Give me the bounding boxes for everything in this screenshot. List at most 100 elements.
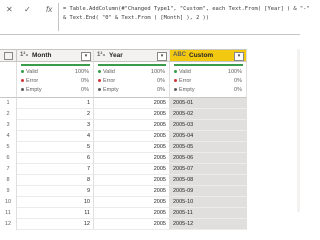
row-number[interactable]: 12 (0, 219, 17, 230)
cell-month[interactable]: 7 (17, 164, 94, 175)
row-number[interactable]: 4 (0, 131, 17, 142)
table-row[interactable]: 5 5 2005 2005-05 (0, 142, 300, 153)
cell-month[interactable]: 2 (17, 109, 94, 120)
cell-year[interactable]: 2005 (94, 175, 170, 186)
cell-month[interactable]: 6 (17, 153, 94, 164)
row-number[interactable]: 10 (0, 197, 17, 208)
quality-valid-dot-icon (21, 70, 24, 74)
quality-empty-text: Empty (103, 87, 119, 93)
cell-month[interactable]: 3 (17, 120, 94, 131)
cell-custom[interactable]: 2005-12 (170, 219, 247, 230)
table-row[interactable]: 3 3 2005 2005-03 (0, 120, 300, 131)
cell-custom[interactable]: 2005-08 (170, 175, 247, 186)
cell-year[interactable]: 2005 (94, 120, 170, 131)
quality-valid-percent: 100% (150, 69, 165, 75)
vertical-scrollbar[interactable] (297, 49, 300, 212)
table-row[interactable]: 1 1 2005 2005-01 (0, 98, 300, 109)
filter-dropdown-icon[interactable]: ▾ (234, 52, 244, 61)
cell-month[interactable]: 1 (17, 98, 94, 109)
formula-divider (58, 3, 59, 31)
cell-year[interactable]: 2005 (94, 208, 170, 219)
cell-month[interactable]: 11 (17, 208, 94, 219)
row-number[interactable]: 8 (0, 175, 17, 186)
commit-formula-button[interactable]: ✓ (24, 6, 31, 14)
cell-year[interactable]: 2005 (94, 164, 170, 175)
text-type-icon[interactable]: ABC (173, 52, 186, 58)
cell-year[interactable]: 2005 (94, 109, 170, 120)
cell-year[interactable]: 2005 (94, 153, 170, 164)
cell-year[interactable]: 2005 (94, 197, 170, 208)
row-number[interactable]: 9 (0, 186, 17, 197)
quality-error-text: Error (179, 78, 192, 84)
cell-year[interactable]: 2005 (94, 142, 170, 153)
column-header-year[interactable]: 1²₃ Year ▾ (94, 49, 170, 62)
cell-custom[interactable]: 2005-11 (170, 208, 247, 219)
cell-custom[interactable]: 2005-05 (170, 142, 247, 153)
whole-number-type-icon[interactable]: 1²₃ (20, 52, 28, 58)
row-number[interactable]: 3 (0, 120, 17, 131)
cell-year[interactable]: 2005 (94, 186, 170, 197)
quality-error-dot-icon (174, 79, 177, 83)
quality-bar (174, 64, 243, 66)
row-number[interactable]: 5 (0, 142, 17, 153)
cell-year[interactable]: 2005 (94, 219, 170, 230)
cell-month[interactable]: 4 (17, 131, 94, 142)
table-row[interactable]: 2 2 2005 2005-02 (0, 109, 300, 120)
cancel-formula-button[interactable]: ✕ (6, 6, 13, 14)
cell-custom[interactable]: 2005-02 (170, 109, 247, 120)
quality-bar (21, 64, 90, 66)
quality-error-label: Error (174, 77, 191, 85)
quality-empty-text: Empty (179, 87, 195, 93)
table-icon (4, 52, 13, 60)
table-row[interactable]: 9 9 2005 2005-09 (0, 186, 300, 197)
cell-month[interactable]: 9 (17, 186, 94, 197)
quality-valid-text: Valid (179, 69, 191, 75)
table-row[interactable]: 4 4 2005 2005-04 (0, 131, 300, 142)
row-number[interactable]: 1 (0, 98, 17, 109)
cell-custom[interactable]: 2005-09 (170, 186, 247, 197)
column-quality-month: Valid 100% Error 0% Empty 0% (17, 62, 94, 98)
quality-error-text: Error (103, 78, 116, 84)
cell-custom[interactable]: 2005-10 (170, 197, 247, 208)
filter-dropdown-icon[interactable]: ▾ (157, 52, 167, 61)
whole-number-type-icon[interactable]: 1²₃ (97, 52, 105, 58)
formula-line-1[interactable]: = Table.AddColumn(#"Changed Type1", "Cus… (63, 5, 310, 13)
row-number[interactable]: 6 (0, 153, 17, 164)
table-row[interactable]: 11 11 2005 2005-11 (0, 208, 300, 219)
cell-year[interactable]: 2005 (94, 98, 170, 109)
quality-valid-text: Valid (103, 69, 115, 75)
table-row[interactable]: 7 7 2005 2005-07 (0, 164, 300, 175)
row-number[interactable]: 11 (0, 208, 17, 219)
table-row[interactable]: 12 12 2005 2005-12 (0, 219, 300, 230)
filter-dropdown-icon[interactable]: ▾ (81, 52, 91, 61)
cell-custom[interactable]: 2005-07 (170, 164, 247, 175)
column-header-month[interactable]: 1²₃ Month ▾ (17, 49, 94, 62)
quality-error-percent: 0% (81, 78, 89, 84)
column-header-custom[interactable]: ABC Custom ▾ (170, 49, 247, 62)
fx-icon: fx (46, 5, 53, 14)
quality-empty-dot-icon (98, 88, 101, 92)
cell-month[interactable]: 12 (17, 219, 94, 230)
quality-error-percent: 0% (234, 78, 242, 84)
cell-custom[interactable]: 2005-01 (170, 98, 247, 109)
cell-year[interactable]: 2005 (94, 131, 170, 142)
table-row[interactable]: 10 10 2005 2005-10 (0, 197, 300, 208)
table-menu-button[interactable] (0, 49, 17, 62)
cell-custom[interactable]: 2005-06 (170, 153, 247, 164)
cell-month[interactable]: 5 (17, 142, 94, 153)
formula-bar: ✕ ✓ fx = Table.AddColumn(#"Changed Type1… (0, 0, 310, 35)
quality-empty-label: Empty (174, 86, 195, 94)
row-number[interactable]: 7 (0, 164, 17, 175)
quality-empty-percent: 0% (234, 87, 242, 93)
formula-line-2[interactable]: & Text.End( "0" & Text.From ( [Month] ),… (63, 14, 209, 22)
quality-error-percent: 0% (157, 78, 165, 84)
row-number[interactable]: 2 (0, 109, 17, 120)
table-row[interactable]: 8 8 2005 2005-08 (0, 175, 300, 186)
cell-custom[interactable]: 2005-04 (170, 131, 247, 142)
quality-error-dot-icon (21, 79, 24, 83)
table-row[interactable]: 6 6 2005 2005-06 (0, 153, 300, 164)
cell-month[interactable]: 10 (17, 197, 94, 208)
quality-error-dot-icon (98, 79, 101, 83)
cell-custom[interactable]: 2005-03 (170, 120, 247, 131)
cell-month[interactable]: 8 (17, 175, 94, 186)
